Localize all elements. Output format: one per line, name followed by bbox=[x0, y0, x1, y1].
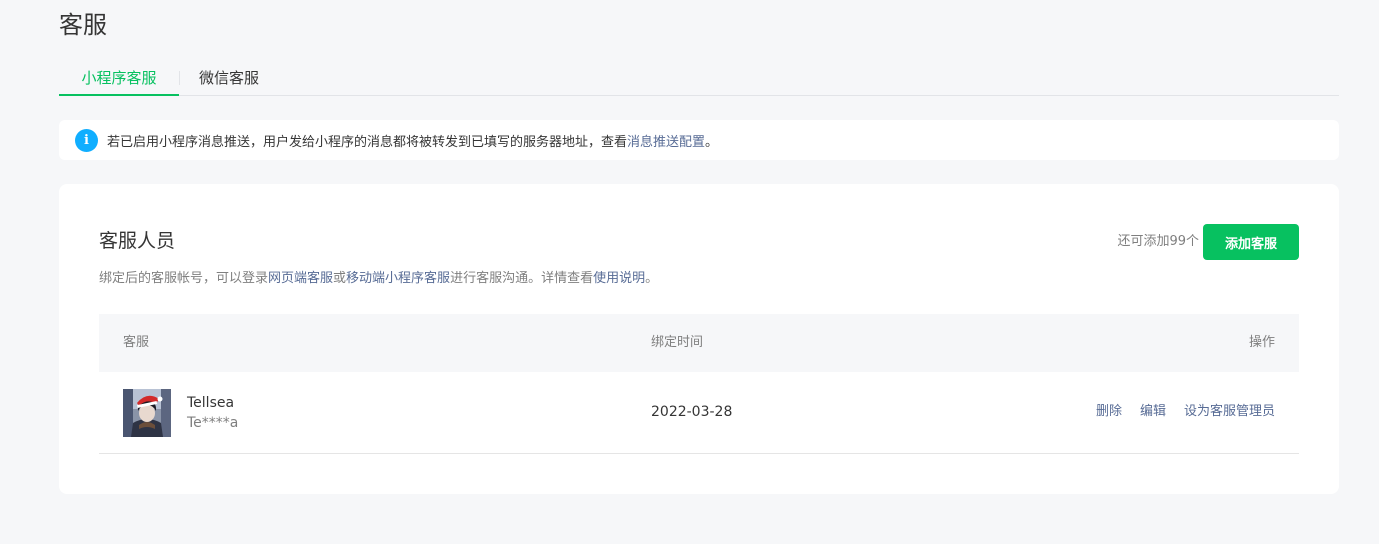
desc-text: 。 bbox=[645, 271, 659, 286]
staff-description: 绑定后的客服帐号，可以登录网页端客服或移动端小程序客服进行客服沟通。详情查看使用… bbox=[99, 270, 658, 288]
table-row: Tellsea Te****a 2022-03-28 删除 编辑 设为客服管理员 bbox=[99, 372, 1299, 454]
avatar bbox=[123, 389, 171, 437]
tab-bar: 小程序客服 微信客服 bbox=[59, 60, 1339, 96]
remaining-count: 还可添加99个 bbox=[1117, 234, 1199, 249]
staff-account: Te****a bbox=[187, 415, 239, 431]
desc-text: 或 bbox=[333, 271, 347, 286]
tab-miniprogram-service[interactable]: 小程序客服 bbox=[59, 60, 179, 96]
page-title: 客服 bbox=[59, 11, 107, 39]
staff-name: Tellsea bbox=[187, 395, 235, 411]
set-admin-link[interactable]: 设为客服管理员 bbox=[1184, 403, 1275, 421]
tab-divider bbox=[179, 71, 180, 85]
row-actions: 删除 编辑 设为客服管理员 bbox=[1096, 403, 1275, 421]
info-icon: i bbox=[75, 128, 98, 152]
table-header: 客服 绑定时间 操作 bbox=[99, 314, 1299, 372]
notice-text: 若已启用小程序消息推送，用户发给小程序的消息都将被转发到已填写的服务器地址，查看 bbox=[107, 134, 628, 150]
usage-guide-link[interactable]: 使用说明 bbox=[593, 271, 645, 286]
add-service-button[interactable]: 添加客服 bbox=[1203, 224, 1299, 260]
column-header-actions: 操作 bbox=[1248, 335, 1275, 350]
delete-link[interactable]: 删除 bbox=[1096, 403, 1122, 421]
web-service-link[interactable]: 网页端客服 bbox=[268, 271, 333, 286]
staff-section-title: 客服人员 bbox=[99, 230, 176, 252]
desc-text: 进行客服沟通。详情查看 bbox=[450, 271, 594, 286]
mobile-miniprogram-service-link[interactable]: 移动端小程序客服 bbox=[346, 271, 450, 286]
notice-suffix: 。 bbox=[705, 134, 719, 150]
tab-wechat-service[interactable]: 微信客服 bbox=[199, 60, 259, 96]
edit-link[interactable]: 编辑 bbox=[1140, 403, 1166, 421]
notice-bar: i 若已启用小程序消息推送，用户发给小程序的消息都将被转发到已填写的服务器地址，… bbox=[59, 120, 1339, 160]
column-header-staff: 客服 bbox=[123, 335, 150, 350]
staff-card: 客服人员 还可添加99个 添加客服 绑定后的客服帐号，可以登录网页端客服或移动端… bbox=[59, 184, 1339, 494]
message-push-config-link[interactable]: 消息推送配置 bbox=[627, 131, 705, 150]
column-header-bind-time: 绑定时间 bbox=[651, 335, 704, 350]
desc-text: 绑定后的客服帐号，可以登录 bbox=[99, 271, 269, 286]
bind-time: 2022-03-28 bbox=[651, 404, 733, 420]
